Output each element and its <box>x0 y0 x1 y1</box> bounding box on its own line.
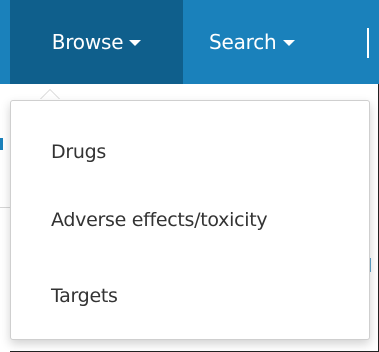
caret-down-icon <box>129 40 142 46</box>
menu-item-adverse-effects[interactable]: Adverse effects/toxicity <box>51 209 268 231</box>
page-background <box>0 84 10 352</box>
nav-search-label: Search <box>209 30 277 54</box>
background-divider <box>0 207 10 208</box>
menu-item-targets[interactable]: Targets <box>51 285 118 307</box>
nav-search-dropdown[interactable]: Search <box>183 0 343 84</box>
dropdown-pointer <box>40 90 60 100</box>
nav-browse-dropdown[interactable]: Browse <box>10 0 183 84</box>
nav-browse-label: Browse <box>51 30 124 54</box>
background-fragment <box>0 138 3 150</box>
top-navbar: Browse Search <box>0 0 379 84</box>
caret-down-icon <box>282 40 295 46</box>
nav-divider <box>367 28 369 58</box>
browse-dropdown-menu: Drugs Adverse effects/toxicity Targets <box>10 100 370 340</box>
menu-item-drugs[interactable]: Drugs <box>51 141 106 163</box>
